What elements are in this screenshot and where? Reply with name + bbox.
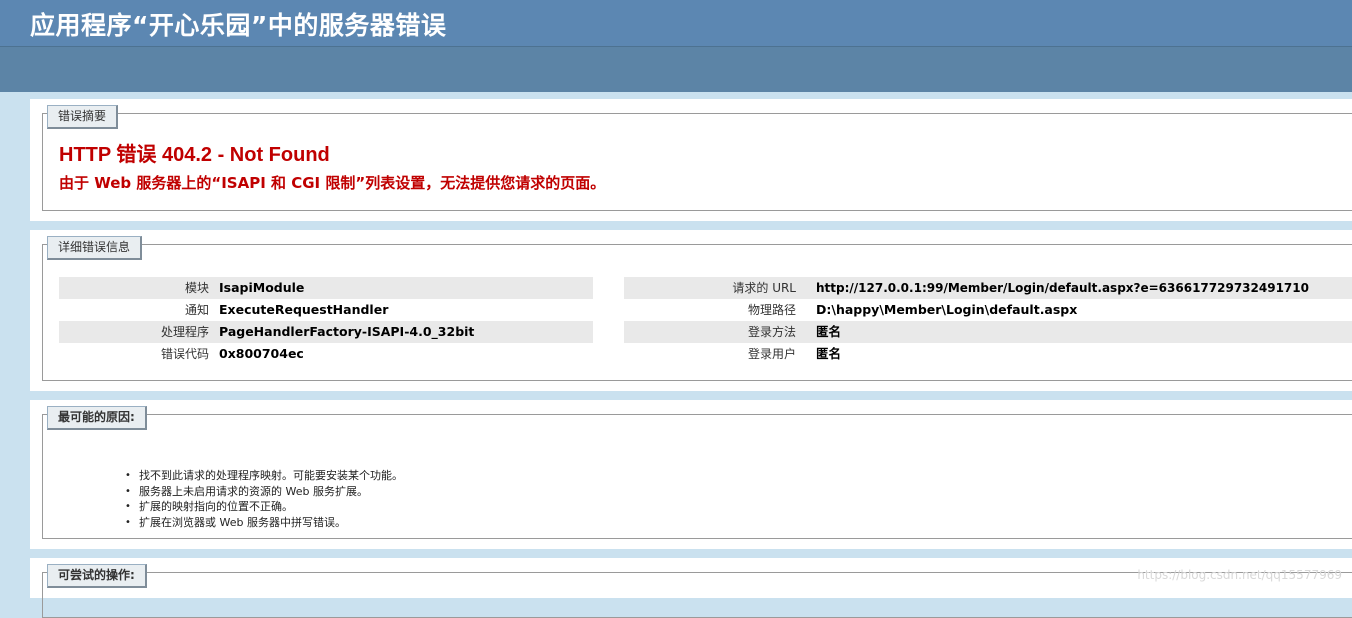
detail-row-logon-method: 登录方法 匿名 bbox=[624, 321, 1352, 343]
bullet-icon: • bbox=[125, 470, 131, 481]
causes-fieldset: 最可能的原因: • 找不到此请求的处理程序映射。可能要安装某个功能。 • 服务器上未… bbox=[42, 406, 1352, 539]
detail-label: 错误代码 bbox=[160, 347, 209, 361]
summary-legend: 错误摘要 bbox=[47, 105, 119, 129]
error-description: 由于 Web 服务器上的“ISAPI 和 CGI 限制”列表设置，无法提供您请求… bbox=[59, 174, 606, 192]
detail-value: PageHandlerFactory-ISAPI-4.0_32bit bbox=[219, 324, 475, 339]
detail-row-error-code: 错误代码 0x800704ec bbox=[59, 343, 593, 365]
detail-value: ExecuteRequestHandler bbox=[219, 302, 389, 317]
actions-legend: 可尝试的操作: bbox=[47, 564, 147, 588]
bullet-icon: • bbox=[125, 485, 131, 497]
details-panel: 详细错误信息 模块 IsapiModule 通知 ExecuteRequestH… bbox=[30, 230, 1352, 391]
list-item: • 服务器上未启用请求的资源的 Web 服务扩展。 bbox=[125, 484, 368, 498]
detail-row-module: 模块 IsapiModule bbox=[59, 277, 593, 299]
detail-row-physical-path: 物理路径 D:\happy\Member\Login\default.aspx bbox=[624, 299, 1352, 321]
details-fieldset: 详细错误信息 模块 IsapiModule 通知 ExecuteRequestH… bbox=[42, 236, 1352, 381]
detail-label: 模块 bbox=[184, 281, 209, 295]
detail-value: http://127.0.0.1:99/Member/Login/default… bbox=[816, 281, 1309, 295]
detail-label: 登录方法 bbox=[747, 325, 796, 339]
list-item: • 扩展在浏览器或 Web 服务器中拼写错误。 bbox=[125, 515, 346, 529]
detail-value: D:\happy\Member\Login\default.aspx bbox=[816, 302, 1078, 317]
watermark: https://blog.csdn.net/qq15577969 bbox=[1137, 568, 1342, 582]
causes-legend: 最可能的原因: bbox=[47, 406, 147, 430]
list-item: • 扩展的映射指向的位置不正确。 bbox=[125, 500, 293, 513]
detail-label: 请求的 URL bbox=[732, 281, 796, 295]
list-item: • 找不到此请求的处理程序映射。可能要安装某个功能。 bbox=[125, 469, 403, 482]
detail-row-handler: 处理程序 PageHandlerFactory-ISAPI-4.0_32bit bbox=[59, 321, 593, 343]
detail-value: 匿名 bbox=[816, 324, 842, 339]
summary-panel: 错误摘要 HTTP 错误 404.2 - Not Found 由于 Web 服务… bbox=[30, 99, 1352, 221]
page-header: 应用程序“开心乐园”中的服务器错误 bbox=[0, 0, 1352, 46]
detail-label: 登录用户 bbox=[747, 347, 796, 361]
detail-value: 0x800704ec bbox=[219, 346, 304, 361]
detail-row-notification: 通知 ExecuteRequestHandler bbox=[59, 299, 593, 321]
bullet-icon: • bbox=[125, 516, 131, 528]
error-title: HTTP 错误 404.2 - Not Found bbox=[59, 144, 330, 166]
detail-row-request-url: 请求的 URL http://127.0.0.1:99/Member/Login… bbox=[624, 277, 1352, 299]
summary-fieldset: 错误摘要 HTTP 错误 404.2 - Not Found 由于 Web 服务… bbox=[42, 105, 1352, 211]
causes-panel: 最可能的原因: • 找不到此请求的处理程序映射。可能要安装某个功能。 • 服务器上未… bbox=[30, 400, 1352, 549]
details-legend: 详细错误信息 bbox=[47, 236, 143, 260]
detail-label: 通知 bbox=[184, 303, 209, 317]
detail-row-logon-user: 登录用户 匿名 bbox=[624, 343, 1352, 365]
header-band bbox=[0, 46, 1352, 92]
causes-list: • 找不到此请求的处理程序映射。可能要安装某个功能。 • 服务器上未启用请求的资源的… bbox=[125, 468, 403, 530]
bullet-icon: • bbox=[125, 501, 131, 512]
detail-value: 匿名 bbox=[816, 346, 842, 361]
page-title: 应用程序“开心乐园”中的服务器错误 bbox=[30, 11, 447, 40]
detail-label: 物理路径 bbox=[747, 303, 796, 317]
detail-label: 处理程序 bbox=[160, 325, 209, 339]
detail-value: IsapiModule bbox=[219, 280, 305, 295]
